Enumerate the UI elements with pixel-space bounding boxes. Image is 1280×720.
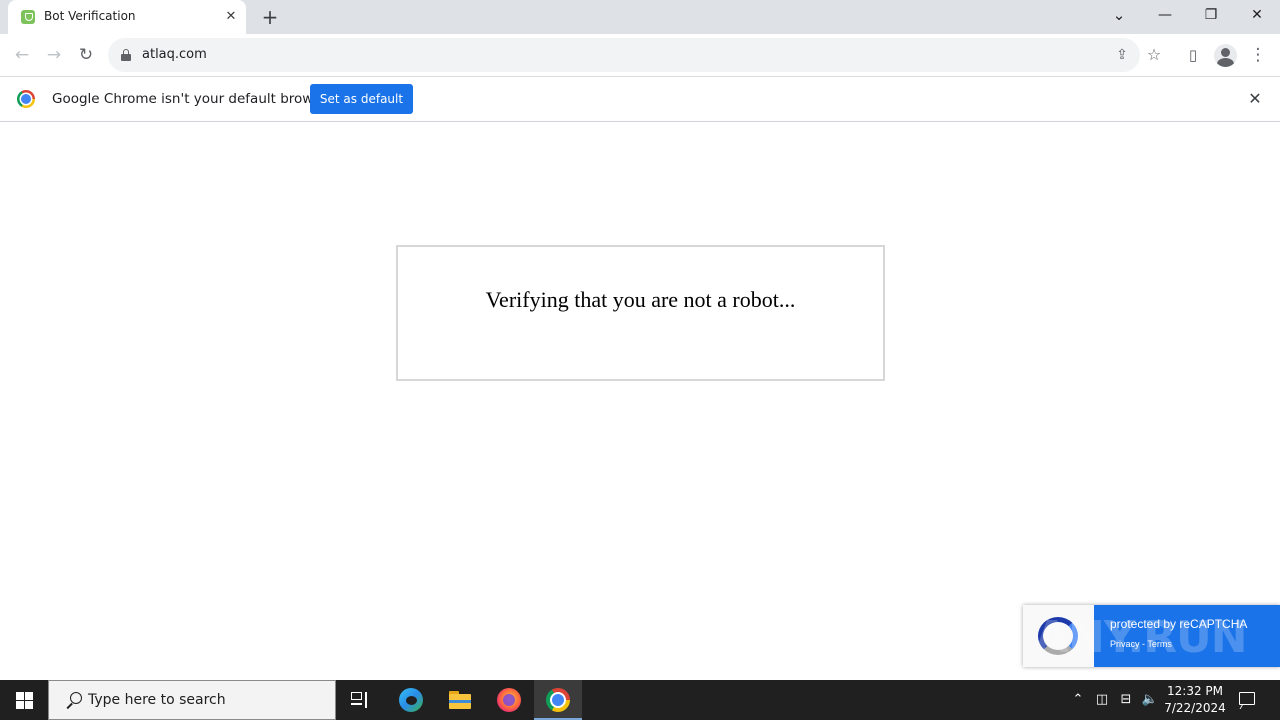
tab-close-icon[interactable]: ✕ — [222, 8, 240, 26]
recaptcha-panel: protected by reCAPTCHA Privacy - Terms — [1094, 605, 1280, 667]
windows-logo-icon — [16, 692, 24, 700]
bookmark-star-icon[interactable]: ☆ — [1144, 46, 1164, 64]
folder-icon — [449, 691, 471, 709]
tab-search-icon[interactable]: ⌄ — [1096, 0, 1142, 32]
shield-favicon-icon — [21, 10, 35, 24]
recaptcha-logo-area — [1023, 605, 1094, 667]
tab-title: Bot Verification — [44, 9, 136, 23]
browser-toolbar: ← → ↻ atlaq.com ⇪ ☆ ▯ ⋮ — [0, 34, 1280, 76]
profile-avatar-icon[interactable] — [1214, 44, 1237, 67]
task-view-button[interactable] — [336, 680, 384, 720]
verification-box: Verifying that you are not a robot... — [396, 245, 885, 381]
search-icon — [65, 692, 83, 710]
volume-icon[interactable]: 🔈 — [1140, 690, 1160, 710]
meet-now-icon[interactable]: ◫ — [1092, 690, 1112, 710]
share-icon[interactable]: ⇪ — [1112, 46, 1132, 64]
edge-icon — [399, 688, 423, 712]
infobar-close-icon[interactable]: ✕ — [1245, 89, 1265, 109]
firefox-icon — [497, 688, 521, 712]
network-icon[interactable]: ⊟ — [1116, 690, 1136, 710]
start-button[interactable] — [0, 680, 48, 720]
page-content: Verifying that you are not a robot... pr… — [0, 122, 1280, 680]
clock-time: 12:32 PM — [1167, 684, 1223, 698]
taskbar-clock[interactable]: 12:32 PM 7/22/2024 — [1160, 683, 1230, 717]
recaptcha-badge[interactable]: protected by reCAPTCHA Privacy - Terms — [1023, 605, 1280, 667]
chrome-logo-icon — [17, 90, 35, 108]
new-tab-button[interactable]: + — [258, 6, 282, 28]
recaptcha-logo-icon — [1038, 617, 1078, 655]
search-placeholder[interactable]: Type here to search — [88, 692, 226, 708]
set-as-default-button[interactable]: Set as default — [310, 84, 413, 114]
minimize-button[interactable]: — — [1142, 0, 1188, 32]
notification-center-icon[interactable] — [1236, 690, 1258, 710]
tray-chevron-icon[interactable]: ⌃ — [1068, 690, 1088, 710]
menu-kebab-icon[interactable]: ⋮ — [1247, 44, 1269, 66]
close-window-button[interactable]: ✕ — [1234, 0, 1280, 32]
back-icon[interactable]: ← — [8, 41, 36, 69]
side-panel-icon[interactable]: ▯ — [1182, 44, 1204, 66]
tab-strip: Bot Verification ✕ + ⌄ — ❐ ✕ — [0, 0, 1280, 34]
chrome-icon — [546, 688, 570, 712]
url-text[interactable]: atlaq.com — [142, 47, 207, 62]
infobar-message: Google Chrome isn't your default browser — [52, 91, 335, 107]
clock-date: 7/22/2024 — [1164, 701, 1226, 715]
forward-icon[interactable]: → — [40, 41, 68, 69]
default-browser-infobar: Google Chrome isn't your default browser… — [0, 76, 1280, 122]
restore-button[interactable]: ❐ — [1188, 0, 1234, 32]
windows-taskbar: Type here to search ⌃ ◫ ⊟ 🔈 12:32 PM 7/2… — [0, 680, 1280, 720]
edge-taskbar-button[interactable] — [387, 680, 435, 720]
firefox-taskbar-button[interactable] — [485, 680, 533, 720]
tab-bot-verification[interactable]: Bot Verification ✕ — [8, 0, 246, 34]
reload-icon[interactable]: ↻ — [72, 41, 100, 69]
file-explorer-taskbar-button[interactable] — [436, 680, 484, 720]
chrome-taskbar-button[interactable] — [534, 680, 582, 720]
recaptcha-title: protected by reCAPTCHA — [1110, 617, 1248, 631]
verification-message: Verifying that you are not a robot... — [485, 287, 796, 312]
task-view-icon — [351, 692, 369, 708]
screen: Bot Verification ✕ + ⌄ — ❐ ✕ ← → ↻ atlaq… — [0, 0, 1280, 720]
lock-icon[interactable] — [121, 49, 131, 61]
address-bar[interactable]: atlaq.com ⇪ ☆ — [108, 38, 1161, 72]
taskbar-search-box[interactable]: Type here to search — [48, 680, 336, 720]
recaptcha-links[interactable]: Privacy - Terms — [1110, 639, 1172, 649]
